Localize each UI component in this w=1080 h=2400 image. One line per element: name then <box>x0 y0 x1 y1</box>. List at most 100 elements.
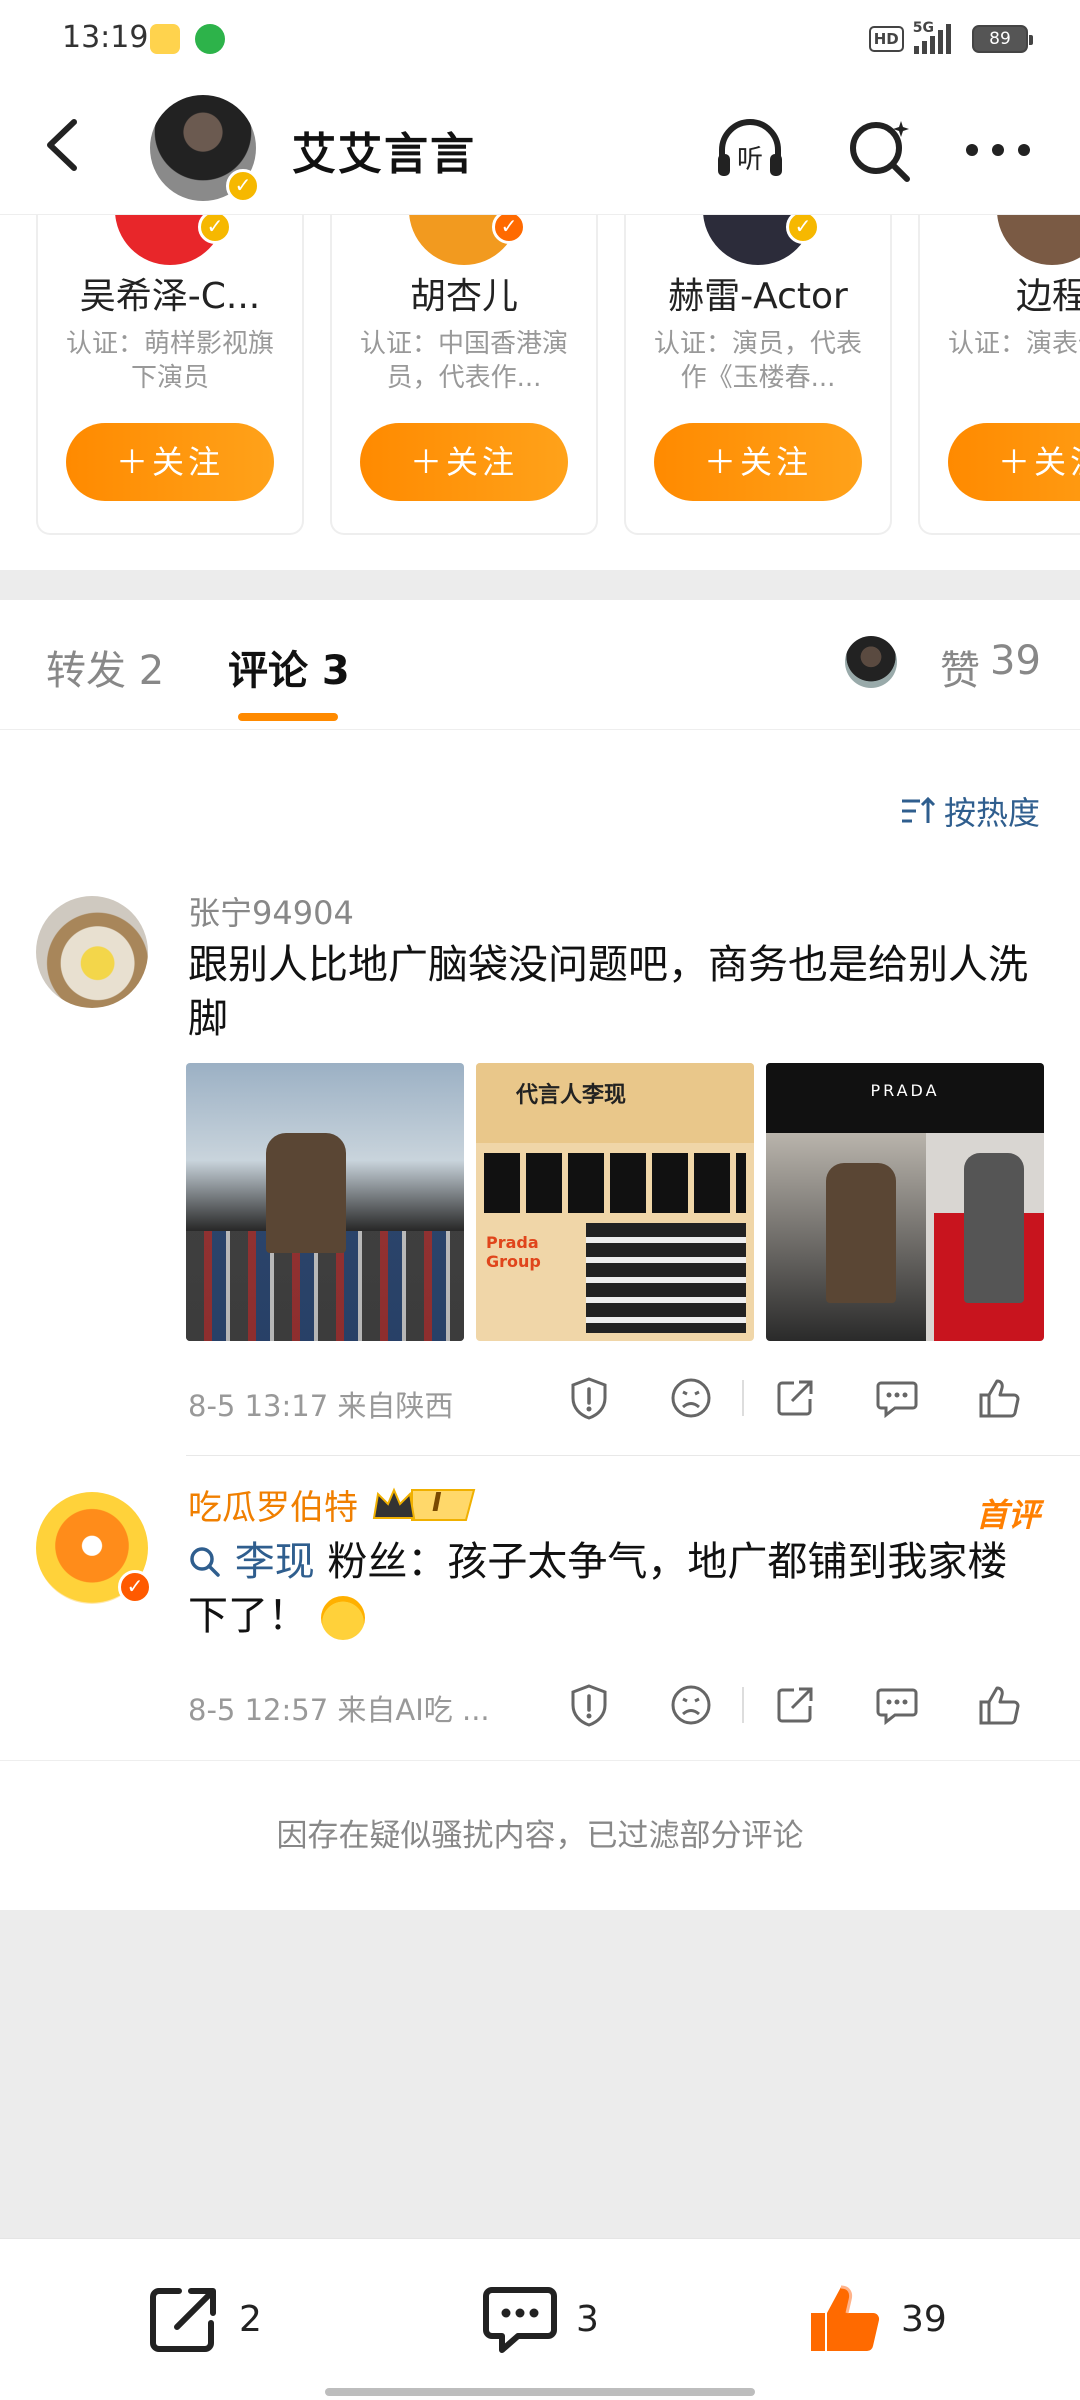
follow-button[interactable]: ＋关注 <box>360 423 568 501</box>
bottom-action-bar: 2 3 39 <box>0 2238 1080 2400</box>
like-count: 39 <box>901 2298 947 2340</box>
fan-rank-level: I <box>432 1487 442 1518</box>
tab-likes-label[interactable]: 赞 <box>940 638 980 696</box>
report-shield-icon <box>571 1377 607 1420</box>
battery-icon: 89 <box>972 25 1033 53</box>
sort-by-heat-button[interactable]: 按热度 <box>900 788 1040 834</box>
verified-badge-icon: ✓ <box>226 169 260 203</box>
comment-image[interactable]: 代言人李现 Prada Group <box>476 1063 754 1341</box>
author-avatar[interactable]: ✓ <box>150 95 260 203</box>
image-caption: PRADA <box>870 1081 940 1100</box>
share-button[interactable] <box>744 1373 846 1423</box>
tab-likes-count[interactable]: 39 <box>990 638 1041 684</box>
verified-badge-icon: ✓ <box>198 215 232 244</box>
home-indicator[interactable] <box>325 2388 755 2396</box>
headphones-icon: 听 <box>718 119 782 176</box>
tab-repost[interactable]: 转发 2 <box>46 638 164 696</box>
comment-bubble-icon <box>876 1688 918 1726</box>
recommended-users-strip: ✓ 吴希泽-C... 认证：萌样影视旗下演员 ＋关注 ✓ 胡杏儿 认证：中国香港… <box>0 215 1080 570</box>
commenter-avatar[interactable]: ✓ <box>36 1492 152 1604</box>
follow-button[interactable]: ＋关注 <box>654 423 862 501</box>
recommended-user-card[interactable]: ✓ 赫雷-Actor 认证：演员，代表作《玉楼春... ＋关注 <box>624 215 892 535</box>
svg-text:听: 听 <box>737 145 763 175</box>
share-icon <box>777 1687 813 1723</box>
more-dots-icon <box>966 144 1030 156</box>
like-button[interactable] <box>948 1373 1050 1423</box>
comment-text: 跟别人比地广脑袋没问题吧，商务也是给别人洗脚 <box>188 942 1028 1042</box>
avatar[interactable] <box>997 215 1080 265</box>
tab-comments[interactable]: 评论 3 <box>228 638 350 696</box>
comment-bubble-icon <box>876 1381 918 1419</box>
first-review-tag: 首评 <box>975 1496 1040 1534</box>
listen-button[interactable]: 听 <box>710 110 790 190</box>
back-button[interactable] <box>30 110 100 180</box>
report-button[interactable] <box>538 1680 640 1730</box>
like-action[interactable]: 39 <box>805 2279 947 2359</box>
report-shield-icon <box>571 1684 607 1727</box>
signal-icon <box>913 24 951 54</box>
comment-meta: 8-5 12:57 来自AI吃 ... <box>188 1693 490 1727</box>
recommended-user-name[interactable]: 吴希泽-C... <box>38 267 302 319</box>
verified-badge-icon: ✓ <box>786 215 820 244</box>
top-nav-bar: ✓ 艾艾言言 听 <box>0 80 1080 215</box>
sort-label: 按热度 <box>943 794 1040 832</box>
recommended-user-name[interactable]: 赫雷-Actor <box>626 267 890 319</box>
recommended-user-name[interactable]: 边程 <box>920 267 1080 319</box>
dislike-button[interactable] <box>640 1373 742 1423</box>
recommended-user-desc: 认证：演员，代表作《玉楼春... <box>653 329 862 393</box>
comment-item: 张宁94904 跟别人比地广脑袋没问题吧，商务也是给别人洗脚 代言人李现 Pra… <box>0 888 1080 1458</box>
recommended-user-desc: 认证：萌样影视旗下演员 <box>65 329 274 393</box>
author-name[interactable]: 艾艾言言 <box>292 118 476 182</box>
comment-bubble-icon <box>483 2287 557 2353</box>
recommended-user-desc: 认证：中国香港演员，代表作... <box>359 329 568 393</box>
status-time: 13:19 <box>62 20 149 55</box>
comment-action[interactable]: 3 <box>480 2279 599 2359</box>
dislike-button[interactable] <box>640 1680 742 1730</box>
mentioned-topic-link[interactable]: 李现 <box>235 1539 315 1585</box>
commenter-name[interactable]: 吃瓜罗伯特 <box>188 1480 358 1529</box>
sort-icon <box>901 796 936 823</box>
sad-face-icon <box>671 1685 711 1725</box>
follow-button[interactable]: ＋关注 <box>948 423 1080 501</box>
comment-actions <box>538 1373 1050 1423</box>
reply-button[interactable] <box>846 1373 948 1423</box>
empty-area <box>0 1910 1080 2238</box>
fan-rank-badge: I <box>370 1486 480 1524</box>
excited-emoji-icon <box>320 1596 365 1640</box>
report-button[interactable] <box>538 1373 640 1423</box>
search-button[interactable] <box>840 110 920 190</box>
sad-face-icon <box>671 1378 711 1418</box>
search-icon <box>850 121 910 182</box>
repost-action[interactable]: 2 <box>145 2279 262 2359</box>
comment-image[interactable]: PRADA <box>766 1063 1044 1341</box>
share-icon <box>777 1380 813 1416</box>
status-bar: 13:19 HD 5G 89 <box>0 0 1080 80</box>
comment-image-grid: 代言人李现 Prada Group PRADA <box>186 1063 1044 1341</box>
repost-icon <box>150 2288 216 2352</box>
recommended-user-card[interactable]: ✓ 吴希泽-C... 认证：萌样影视旗下演员 ＋关注 <box>36 215 304 535</box>
commenter-row: 吃瓜罗伯特 I <box>188 1480 480 1529</box>
commenter-name[interactable]: 张宁94904 <box>188 888 354 934</box>
music-notification-icon <box>195 24 225 54</box>
interaction-tabs: 转发 2 评论 3 赞 39 <box>0 600 1080 730</box>
recommended-user-card[interactable]: 边程 认证：演表作品《 ＋关注 <box>918 215 1080 535</box>
liker-avatar[interactable] <box>845 636 897 688</box>
recommended-user-card[interactable]: ✓ 胡杏儿 认证：中国香港演员，代表作... ＋关注 <box>330 215 598 535</box>
thumbs-up-icon <box>979 1686 1020 1725</box>
follow-button[interactable]: ＋关注 <box>66 423 274 501</box>
like-button[interactable] <box>948 1680 1050 1730</box>
filtered-comments-notice: 因存在疑似骚扰内容，已过滤部分评论 <box>0 1760 1080 1910</box>
comment-item: ✓ 吃瓜罗伯特 I 首评 李现 粉丝：孩子太争气，地广都铺到我家楼下了！ 8-5… <box>0 1480 1080 1750</box>
commenter-avatar[interactable] <box>36 896 148 1008</box>
weibo-notification-icon <box>150 24 180 54</box>
share-button[interactable] <box>744 1680 846 1730</box>
recommended-user-name[interactable]: 胡杏儿 <box>332 267 596 319</box>
comment-meta: 8-5 13:17 来自陕西 <box>188 1389 454 1423</box>
reply-button[interactable] <box>846 1680 948 1730</box>
more-options-button[interactable] <box>958 110 1038 190</box>
comment-image[interactable] <box>186 1063 464 1341</box>
hd-indicator: HD <box>868 26 904 52</box>
active-tab-indicator <box>238 713 338 721</box>
repost-count: 2 <box>239 2298 262 2340</box>
recommended-user-desc: 认证：演表作品《 <box>947 329 1080 359</box>
